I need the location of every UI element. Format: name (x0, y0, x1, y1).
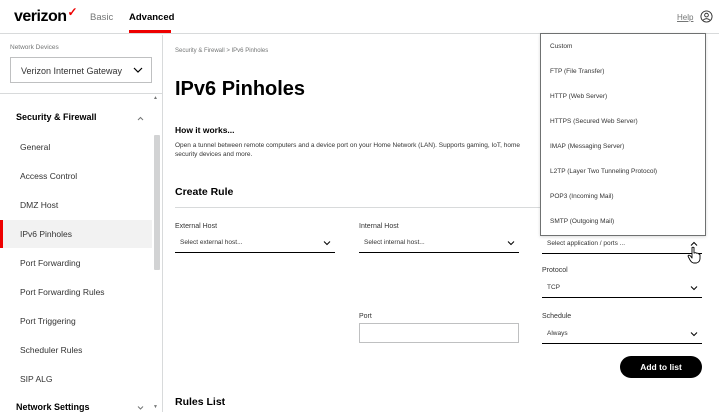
sidebar-item-ipv6-pinholes[interactable]: IPv6 Pinholes (0, 220, 152, 248)
protocol-select[interactable]: TCP (542, 278, 702, 298)
sidebar: Network Devices Verizon Internet Gateway… (0, 35, 163, 412)
protocol-label: Protocol (542, 267, 568, 274)
dropdown-option-l2tp[interactable]: L2TP (Layer Two Tunneling Protocol) (541, 160, 705, 185)
device-select[interactable]: Verizon Internet Gateway (10, 57, 152, 83)
sidebar-item-access-control[interactable]: Access Control (0, 162, 152, 190)
application-select[interactable]: Select application / ports ... (542, 234, 702, 254)
port-input[interactable] (359, 323, 519, 343)
help-link[interactable]: Help (677, 13, 693, 22)
schedule-label: Schedule (542, 313, 572, 320)
active-tab-indicator (129, 30, 171, 33)
chevron-down-icon (133, 67, 143, 73)
dropdown-option-http[interactable]: HTTP (Web Server) (541, 85, 705, 110)
top-bar: verizon✓ Basic Advanced Help (0, 0, 719, 34)
verizon-logo[interactable]: verizon✓ (14, 5, 78, 26)
sidebar-scrollbar[interactable] (154, 135, 160, 270)
breadcrumb[interactable]: Security & Firewall > IPv6 Pinholes (175, 48, 268, 54)
dropdown-option-ftp[interactable]: FTP (File Transfer) (541, 60, 705, 85)
chevron-up-icon[interactable] (136, 114, 145, 123)
internal-host-select[interactable]: Select internal host... (359, 233, 519, 253)
create-rule-heading: Create Rule (175, 186, 234, 198)
hand-cursor-icon (687, 246, 701, 264)
sidebar-section-network-settings[interactable]: Network Settings (16, 402, 90, 412)
scroll-up-arrow-icon[interactable]: ▲ (153, 95, 158, 101)
sidebar-item-dmz-host[interactable]: DMZ Host (0, 191, 152, 219)
internal-host-value: Select internal host... (364, 239, 425, 246)
chevron-down-icon (690, 332, 698, 337)
sidebar-section-security[interactable]: Security & Firewall (16, 112, 97, 122)
port-label: Port (359, 313, 372, 320)
application-value: Select application / ports ... (547, 240, 626, 247)
tab-basic[interactable]: Basic (90, 12, 113, 23)
how-it-works-heading: How it works... (175, 125, 235, 135)
network-devices-label: Network Devices (10, 44, 59, 51)
dropdown-option-https[interactable]: HTTPS (Secured Web Server) (541, 110, 705, 135)
dropdown-option-imap[interactable]: IMAP (Messaging Server) (541, 135, 705, 160)
chevron-down-icon (507, 241, 515, 246)
chevron-down-icon (323, 241, 331, 246)
external-host-value: Select external host... (180, 239, 243, 246)
external-host-label: External Host (175, 223, 218, 230)
internal-host-label: Internal Host (359, 223, 399, 230)
user-icon[interactable] (700, 10, 713, 23)
sidebar-item-sip-alg[interactable]: SIP ALG (0, 365, 152, 393)
sidebar-item-general[interactable]: General (0, 133, 152, 161)
rules-list-heading: Rules List (175, 396, 226, 408)
tab-advanced[interactable]: Advanced (129, 12, 174, 23)
dropdown-option-custom[interactable]: Custom (541, 35, 705, 60)
sidebar-item-scheduler-rules[interactable]: Scheduler Rules (0, 336, 152, 364)
scroll-down-arrow-icon[interactable]: ▼ (153, 404, 158, 410)
page-title: IPv6 Pinholes (175, 78, 306, 100)
sidebar-item-port-triggering[interactable]: Port Triggering (0, 307, 152, 335)
application-dropdown-list: Custom FTP (File Transfer) HTTP (Web Ser… (540, 33, 706, 236)
protocol-value: TCP (547, 284, 560, 291)
logo-check-icon: ✓ (67, 5, 78, 19)
schedule-value: Always (547, 330, 568, 337)
sidebar-item-port-forwarding[interactable]: Port Forwarding (0, 249, 152, 277)
dropdown-option-pop3[interactable]: POP3 (Incoming Mail) (541, 185, 705, 210)
dropdown-option-smtp[interactable]: SMTP (Outgoing Mail) (541, 210, 705, 235)
how-it-works-description: Open a tunnel between remote computers a… (175, 142, 521, 158)
sidebar-divider (0, 93, 162, 94)
chevron-down-icon[interactable] (136, 403, 145, 412)
add-to-list-button[interactable]: Add to list (620, 356, 702, 378)
sidebar-item-port-forwarding-rules[interactable]: Port Forwarding Rules (0, 278, 152, 306)
chevron-down-icon (690, 286, 698, 291)
external-host-select[interactable]: Select external host... (175, 233, 335, 253)
schedule-select[interactable]: Always (542, 324, 702, 344)
device-select-value: Verizon Internet Gateway (21, 66, 123, 76)
